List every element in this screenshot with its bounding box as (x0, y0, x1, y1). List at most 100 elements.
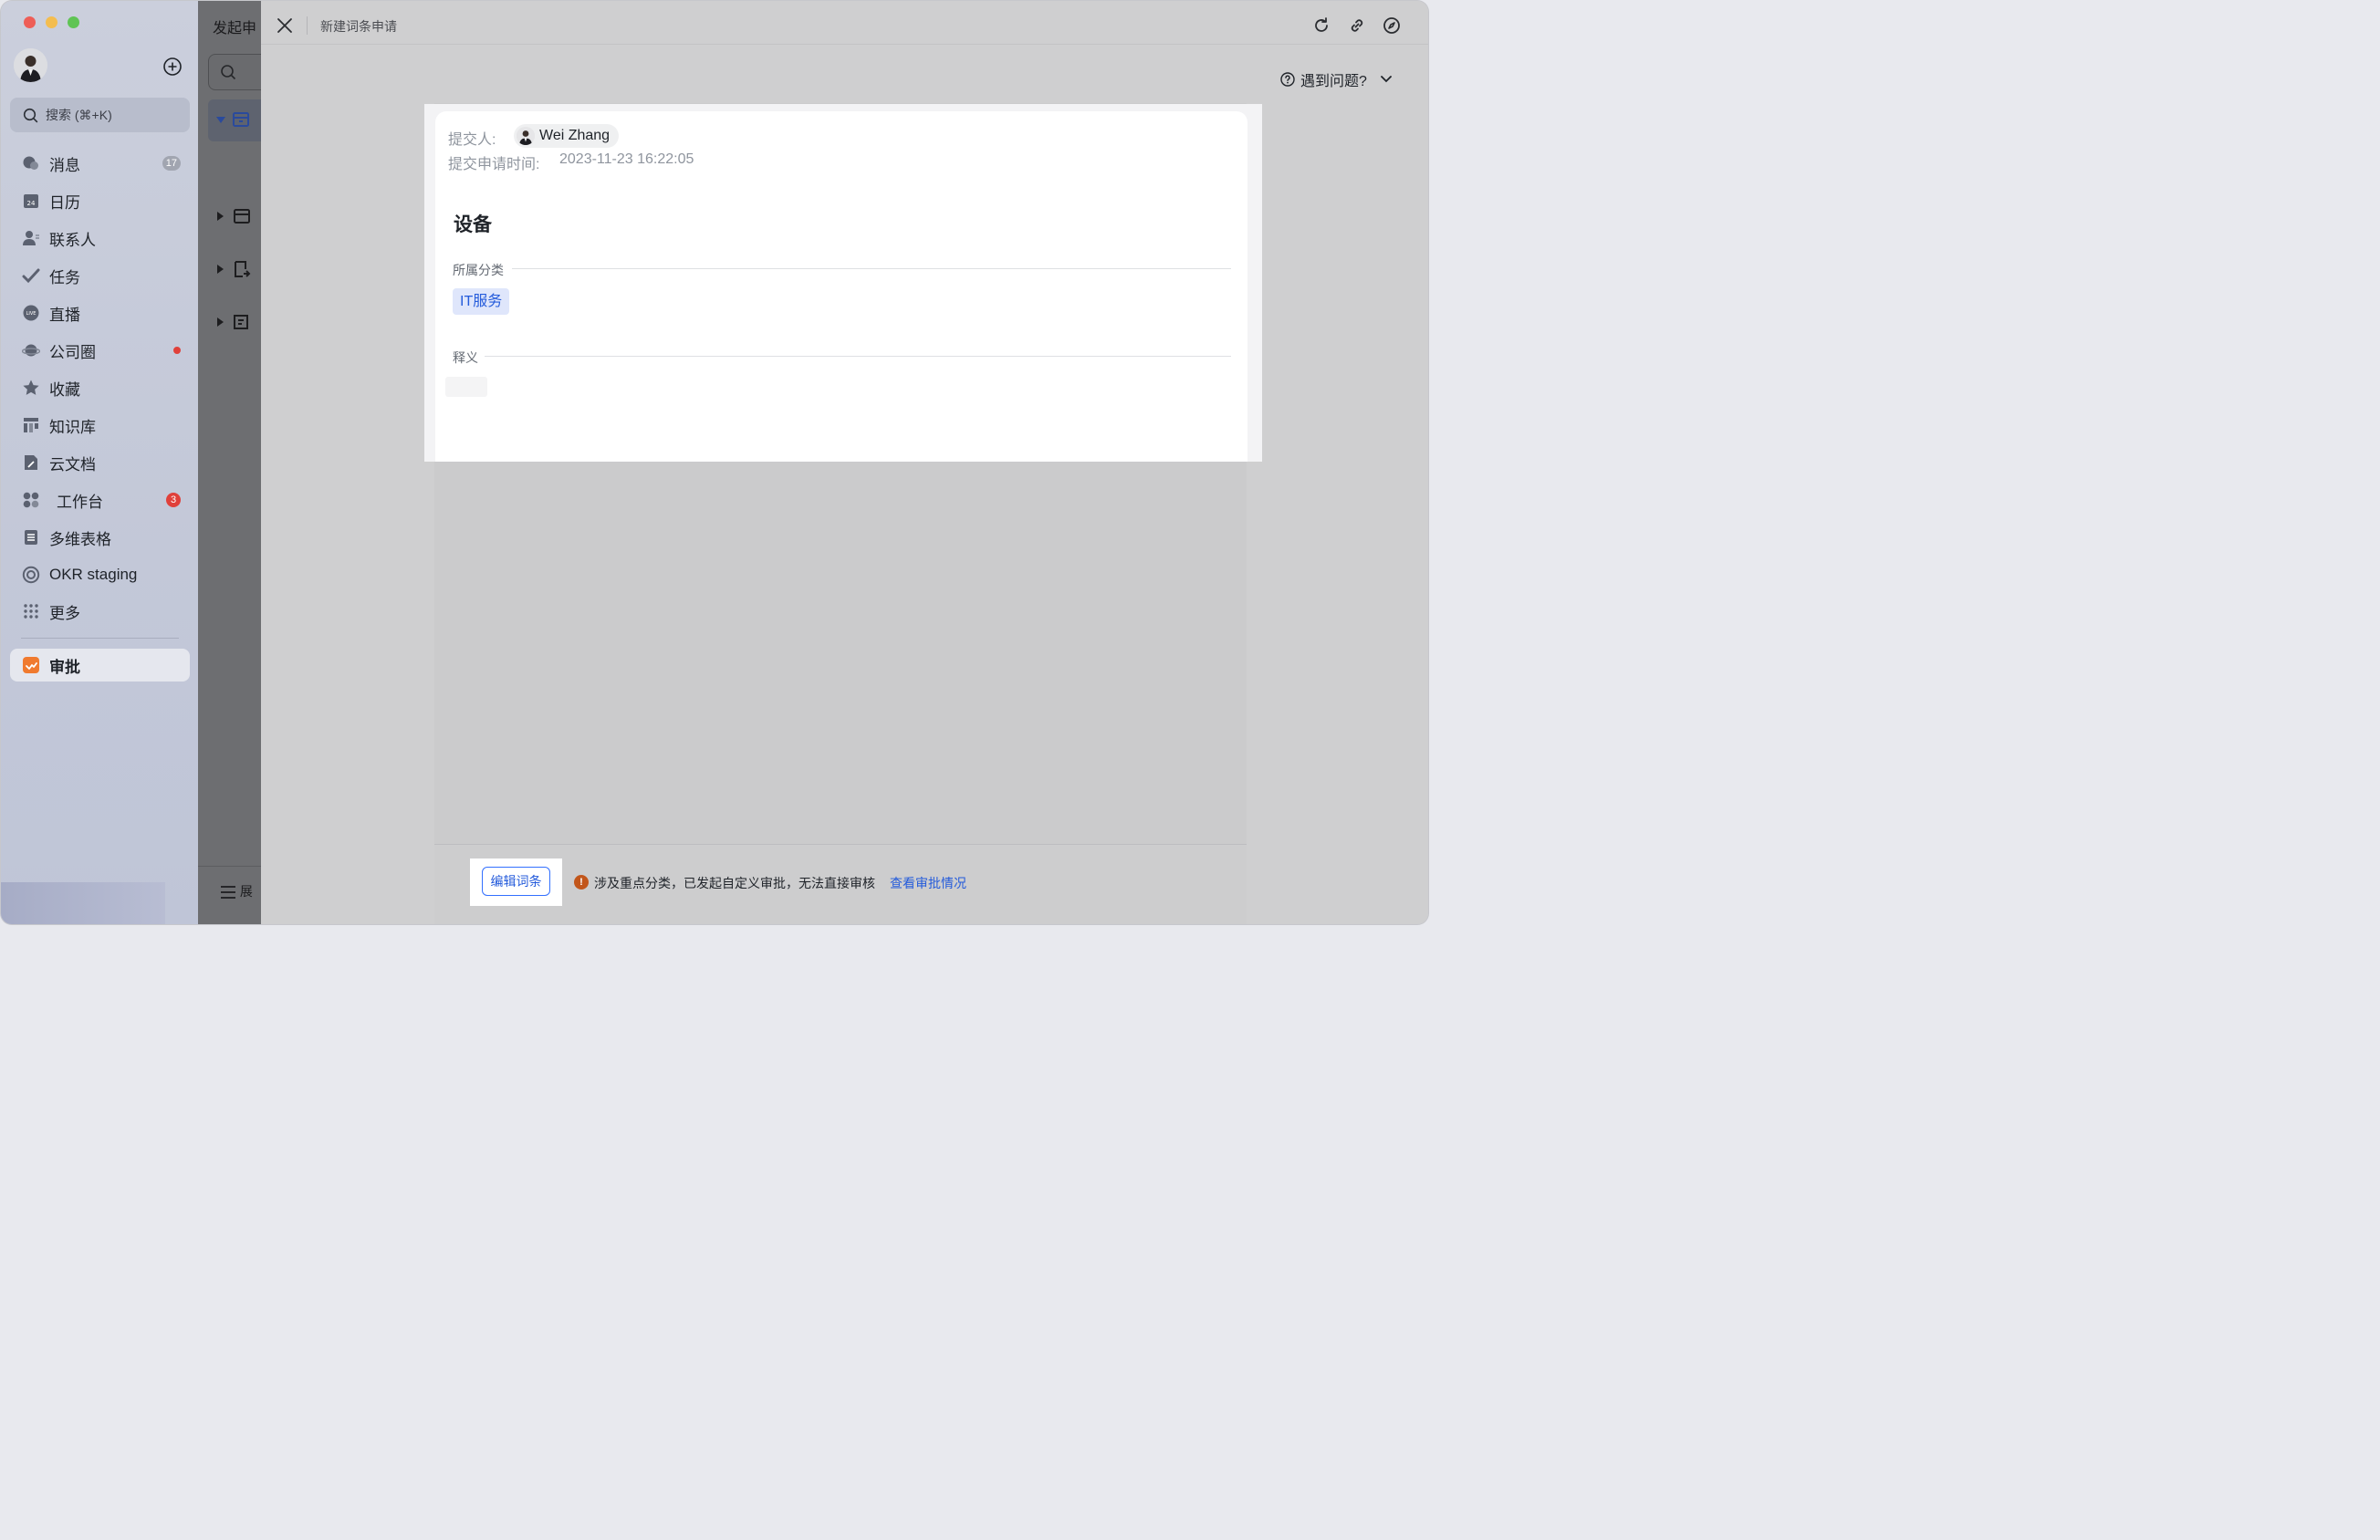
contacts-icon (22, 229, 40, 247)
inbox-icon (233, 112, 249, 127)
workplace-badge: 3 (166, 493, 181, 507)
star-icon (22, 379, 40, 397)
sidebar-item-tasks[interactable]: 任务 (10, 259, 190, 292)
edit-button-highlight: 编辑词条 (470, 858, 562, 906)
category-tag: IT服务 (453, 288, 510, 315)
sidebar-item-label: 多维表格 (49, 530, 111, 548)
sidebar-item-approval[interactable]: 审批 (10, 649, 190, 682)
sidebar-item-okr[interactable]: OKR staging (10, 558, 190, 591)
help-label: 遇到问题? (1300, 74, 1367, 89)
header-separator (307, 16, 308, 35)
panel-header: 新建词条申请 (261, 5, 1428, 45)
refresh-icon[interactable] (1312, 16, 1331, 35)
sidebar-item-label: OKR staging (49, 566, 138, 583)
submit-time-value: 2023-11-23 16:22:05 (559, 151, 694, 167)
caret-down-icon (216, 117, 225, 123)
document-cc-icon (234, 315, 248, 329)
search-placeholder: 搜索 (⌘+K) (46, 108, 112, 122)
sidebar-item-label: 收藏 (49, 380, 80, 399)
user-avatar[interactable] (14, 48, 47, 82)
sidebar-item-label: 直播 (49, 306, 80, 324)
sidebar: 搜索 (⌘+K) 消息 17 24 日历 联系人 任务 LIVE 直播 公司圈 (1, 1, 198, 924)
warning-icon: ! (574, 875, 589, 890)
category-section-divider (512, 268, 1231, 269)
workplace-grid-icon (22, 491, 40, 509)
sidebar-item-label: 联系人 (49, 231, 96, 249)
column-footer-divider (198, 866, 261, 867)
term-detail-card: 提交人: Wei Zhang 提交申请时间: 2023-11-23 16:22:… (424, 104, 1262, 462)
sidebar-divider (21, 638, 179, 639)
submitter-label: 提交人: (448, 132, 496, 148)
sidebar-item-label: 云文档 (49, 455, 96, 473)
term-title: 设备 (454, 214, 492, 235)
calendar-icon: 24 (22, 192, 40, 210)
view-approval-link[interactable]: 查看审批情况 (890, 874, 966, 892)
menu-icon (221, 886, 235, 900)
sidebar-item-wiki[interactable]: 知识库 (10, 409, 190, 442)
search-icon (23, 108, 38, 122)
window-close-button[interactable] (24, 16, 36, 28)
expand-label: 展 (239, 884, 253, 899)
window-maximize-button[interactable] (68, 16, 79, 28)
approval-list-column: 发起申 展 (198, 1, 274, 924)
sidebar-item-more[interactable]: 更多 (10, 595, 190, 628)
submitter-avatar (517, 127, 535, 145)
definition-section-divider (485, 356, 1231, 357)
expand-toggle[interactable]: 展 (220, 882, 253, 900)
chat-bubble-icon (22, 154, 40, 172)
caret-right-icon (217, 265, 224, 274)
wiki-icon (22, 416, 40, 434)
sidebar-item-messages[interactable]: 消息 17 (10, 147, 190, 180)
sidebar-item-contacts[interactable]: 联系人 (10, 222, 190, 255)
edit-term-button[interactable]: 编辑词条 (482, 867, 550, 896)
window-minimize-button[interactable] (46, 16, 57, 28)
close-icon[interactable] (276, 16, 294, 35)
svg-text:LIVE: LIVE (26, 311, 37, 317)
sidebar-item-label: 审批 (49, 658, 80, 676)
sidebar-item-workplace[interactable]: 工作台 3 (10, 484, 190, 516)
global-search-input[interactable]: 搜索 (⌘+K) (10, 98, 190, 132)
app-window: 搜索 (⌘+K) 消息 17 24 日历 联系人 任务 LIVE 直播 公司圈 (1, 1, 1428, 924)
sidebar-item-label: 知识库 (49, 418, 96, 436)
term-detail-content: 提交人: Wei Zhang 提交申请时间: 2023-11-23 16:22:… (435, 111, 1247, 462)
svg-text:24: 24 (27, 200, 36, 207)
caret-right-icon (217, 212, 224, 221)
okr-target-icon (22, 566, 40, 584)
sidebar-item-label: 公司圈 (49, 343, 96, 361)
sidebar-item-live[interactable]: LIVE 直播 (10, 297, 190, 329)
help-dropdown[interactable]: 遇到问题? (1280, 68, 1393, 90)
unread-count-badge: 17 (162, 156, 181, 171)
submitter-chip[interactable]: Wei Zhang (514, 124, 620, 148)
submit-time-label: 提交申请时间: (448, 157, 540, 172)
definition-content (445, 377, 487, 397)
sidebar-item-docs[interactable]: 云文档 (10, 446, 190, 479)
sidebar-bottom-blur (1, 882, 165, 924)
live-icon: LIVE (22, 304, 40, 322)
submitter-name: Wei Zhang (539, 128, 611, 143)
compass-icon[interactable] (1383, 16, 1401, 35)
sidebar-item-favorites[interactable]: 收藏 (10, 371, 190, 404)
add-icon[interactable] (162, 57, 183, 77)
notification-dot (173, 347, 181, 354)
task-check-icon (22, 266, 40, 285)
column-title: 发起申 (213, 21, 257, 36)
sidebar-item-label: 工作台 (57, 493, 103, 511)
chevron-down-icon (1381, 76, 1392, 83)
more-dots-icon (22, 602, 40, 620)
question-circle-icon (1280, 72, 1295, 87)
document-arrow-icon (235, 261, 251, 277)
link-icon[interactable] (1348, 16, 1366, 35)
sidebar-item-label: 更多 (49, 604, 80, 622)
sidebar-item-label: 日历 (49, 193, 80, 212)
sidebar-item-calendar[interactable]: 24 日历 (10, 184, 190, 217)
sidebar-item-base[interactable]: 多维表格 (10, 521, 190, 554)
cloud-doc-icon (22, 453, 40, 472)
sidebar-item-moments[interactable]: 公司圈 (10, 334, 190, 367)
warning-message: 涉及重点分类，已发起自定义审批，无法直接审核 (594, 876, 875, 890)
sidebar-item-label: 消息 (49, 156, 80, 174)
panel-title: 新建词条申请 (320, 19, 397, 34)
caret-right-icon (217, 317, 224, 327)
planet-icon (22, 341, 40, 359)
search-icon (221, 65, 236, 80)
approval-app-icon (22, 656, 40, 674)
